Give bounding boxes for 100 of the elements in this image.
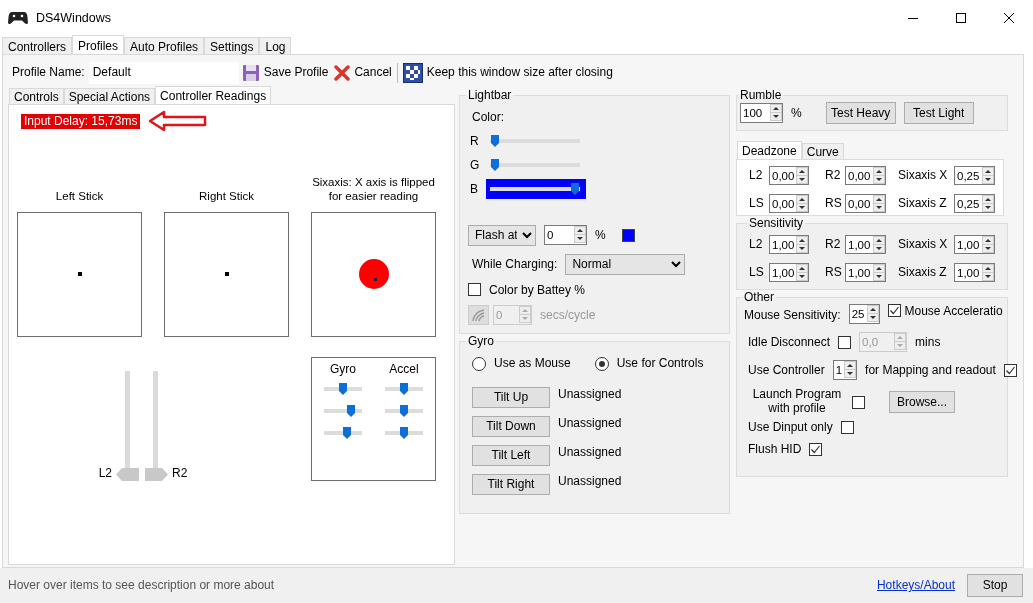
button-label: Keep this window size after closing (426, 65, 613, 80)
tab[interactable]: Curve (801, 143, 844, 159)
gamepad-icon (8, 11, 28, 25)
trigger-label: L2 (98, 466, 112, 481)
spin-field[interactable]: 0,25 (954, 165, 995, 185)
binding-text: Unassigned (558, 473, 622, 489)
spinner-arrows-icon (844, 361, 857, 379)
spinner-arrows-icon (982, 235, 994, 253)
maximize-button[interactable] (955, 12, 967, 24)
spin-field: 0,0 (859, 332, 908, 353)
field-label: Sixaxis Z (898, 195, 948, 211)
spin-field[interactable]: 1,00 (769, 234, 809, 254)
field-label: Use Controller (748, 363, 825, 378)
spinner-arrows-icon (770, 104, 782, 122)
field-label: LS (749, 265, 765, 280)
spinner-arrows-icon (873, 263, 885, 281)
checkbox[interactable] (468, 283, 481, 297)
flash-dropdown[interactable]: Flash at (468, 224, 536, 246)
group-title: Gyro (467, 334, 495, 349)
checkbox-label: Use Dinput only (748, 420, 833, 435)
field-label: R2 (825, 237, 842, 252)
spin-field[interactable]: 1,00 (845, 234, 886, 254)
radio-button[interactable] (594, 356, 609, 371)
checkbox-label: Idle Disconnect (748, 335, 831, 350)
checkbox[interactable] (840, 420, 854, 434)
stop-button[interactable]: Stop (967, 574, 1023, 597)
spin-field[interactable]: 1 (832, 360, 858, 381)
spin-field[interactable]: 0,00 (845, 165, 886, 185)
spin-field[interactable]: 0,25 (954, 193, 995, 213)
save-profile-button[interactable]: Save Profile (238, 63, 332, 82)
cancel-button[interactable]: Cancel (331, 64, 395, 81)
spinner-arrows-icon (894, 333, 907, 351)
radio-label: Use for Controls (616, 356, 704, 371)
tab[interactable]: Controls (9, 88, 64, 104)
field-label: RS (825, 195, 843, 211)
spin-field[interactable]: 0,00 (845, 193, 886, 213)
trigger-label: R2 (172, 466, 188, 481)
group-title: Other (743, 290, 775, 305)
tab[interactable]: Deadzone (737, 141, 802, 159)
tilt-button[interactable]: Tilt Down (472, 415, 550, 437)
radio-label: Use as Mouse (494, 356, 571, 371)
annotation-arrow (148, 110, 209, 132)
checkbox[interactable] (887, 304, 901, 318)
tab[interactable]: Settings (204, 37, 260, 54)
field-label: Sixaxis Z (898, 265, 948, 280)
group-title: Lightbar (467, 88, 513, 103)
close-button[interactable] (1003, 12, 1015, 24)
while-charging-label: While Charging: (472, 257, 558, 272)
browse-button[interactable]: Browse... (889, 391, 955, 414)
profile-name-field[interactable]: Default (88, 61, 239, 84)
group-title: Sensitivity (748, 216, 805, 231)
tilt-button[interactable]: Tilt Up (472, 386, 550, 408)
spinner-arrows-icon (866, 305, 879, 323)
spin-field[interactable]: 1,00 (769, 262, 809, 282)
group-title: Rumble (739, 88, 783, 103)
radio-button[interactable] (472, 356, 486, 371)
checkbox[interactable] (1003, 363, 1017, 377)
spin-field[interactable]: 100 (740, 103, 783, 124)
field-label: Sixaxis X (898, 237, 949, 252)
spin-field[interactable]: 1,00 (954, 234, 995, 254)
tab[interactable]: Profiles (72, 35, 125, 54)
tilt-button[interactable]: Tilt Left (472, 444, 550, 466)
input-delay-label: Input Delay: 15,73ms (21, 113, 141, 129)
test-button[interactable]: Test Light (903, 102, 974, 125)
spin-field[interactable]: 25 (848, 304, 880, 325)
binding-text: Unassigned (558, 386, 622, 402)
spinner-arrows-icon (982, 263, 994, 281)
spinner-arrows-icon (574, 226, 586, 244)
field-label: L2 (749, 237, 764, 252)
hotkeys-link[interactable]: Hotkeys/About (876, 578, 955, 593)
spin-field[interactable]: 0,00 (769, 193, 809, 213)
spin-field[interactable]: 0,00 (769, 165, 809, 185)
channel-label: B (469, 181, 479, 196)
tab[interactable]: Controller Readings (155, 86, 272, 104)
spinner-arrows-icon (982, 166, 994, 184)
unit-label: % (791, 106, 802, 121)
channel-label: R (469, 133, 480, 148)
tab[interactable]: Auto Profiles (124, 37, 205, 54)
tab[interactable]: Controllers (2, 37, 73, 54)
binding-text: Unassigned (558, 415, 622, 431)
spinner-arrows-icon (796, 194, 809, 212)
test-button[interactable]: Test Heavy (825, 102, 896, 125)
tab[interactable]: Special Actions (63, 88, 156, 104)
spin-field[interactable]: 1,00 (845, 262, 886, 282)
color-label: Color: (472, 110, 504, 125)
charging-mode-dropdown[interactable]: Normal (565, 253, 686, 275)
binding-text: Unassigned (558, 444, 622, 460)
checkbox[interactable] (809, 443, 823, 457)
field-label: R2 (825, 167, 842, 183)
tilt-button[interactable]: Tilt Right (472, 473, 550, 495)
tab[interactable]: Log (259, 37, 292, 54)
checkbox[interactable] (852, 395, 865, 409)
button-label: Cancel (354, 65, 392, 80)
keep-window-size-button[interactable]: Keep this window size after closing (399, 62, 616, 83)
spin-field[interactable]: 1,00 (954, 262, 995, 282)
grid-icon (402, 62, 423, 83)
spin-field[interactable]: 0 (544, 225, 587, 246)
unit-label: secs/cycle (540, 307, 596, 323)
stick-label: Right Stick (198, 189, 255, 204)
window-title: DS4Windows (36, 10, 112, 26)
